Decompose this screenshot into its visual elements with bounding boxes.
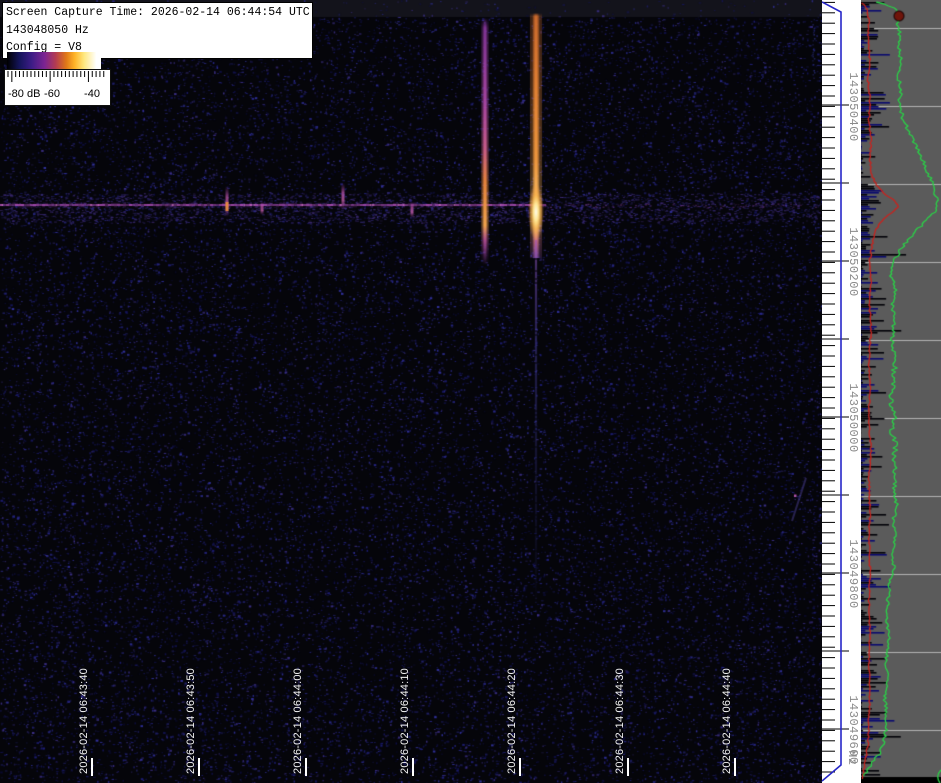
spectrum-side-panel xyxy=(861,0,941,783)
time-axis-tick xyxy=(198,758,200,776)
db-label-mid: -60 xyxy=(44,88,60,100)
time-axis-label: 2026-02-14 06:43:50 xyxy=(185,668,197,774)
time-axis-label: 2026-02-14 06:44:00 xyxy=(292,668,304,774)
time-axis-label: 2026-02-14 06:44:40 xyxy=(721,668,733,774)
capture-time-text: Screen Capture Time: 2026-02-14 06:44:54… xyxy=(6,6,310,19)
frequency-axis-label: 143050200 xyxy=(846,227,860,297)
time-axis-tick xyxy=(627,758,629,776)
db-color-scale: -80 dB -60 -40 xyxy=(4,69,111,106)
db-gradient-bar xyxy=(7,52,101,69)
time-axis-tick xyxy=(91,758,93,776)
time-axis-label: 2026-02-14 06:44:20 xyxy=(506,668,518,774)
db-label-max: -40 xyxy=(84,88,100,100)
time-axis-tick xyxy=(305,758,307,776)
capture-info-box: Screen Capture Time: 2026-02-14 06:44:54… xyxy=(2,2,313,59)
time-axis-tick xyxy=(412,758,414,776)
frequency-axis-label: 143050000 xyxy=(846,383,860,453)
tuned-frequency-text: 143048050 Hz xyxy=(6,23,89,37)
frequency-axis-label: 143049800 xyxy=(846,539,860,609)
spectrogram-waterfall xyxy=(0,0,822,783)
time-axis-tick xyxy=(734,758,736,776)
db-scale-ticks xyxy=(7,71,105,82)
spectrum-monitor-window: Screen Capture Time: 2026-02-14 06:44:54… xyxy=(0,0,941,783)
time-axis-label: 2026-02-14 06:44:30 xyxy=(614,668,626,774)
time-axis-tick xyxy=(519,758,521,776)
time-axis-label: 2026-02-14 06:43:40 xyxy=(78,668,90,774)
time-axis-label: 2026-02-14 06:44:10 xyxy=(399,668,411,774)
frequency-axis-unit: Hz xyxy=(845,750,859,766)
frequency-axis-label: 143050400 xyxy=(846,72,860,142)
db-label-min: -80 dB xyxy=(8,88,41,100)
